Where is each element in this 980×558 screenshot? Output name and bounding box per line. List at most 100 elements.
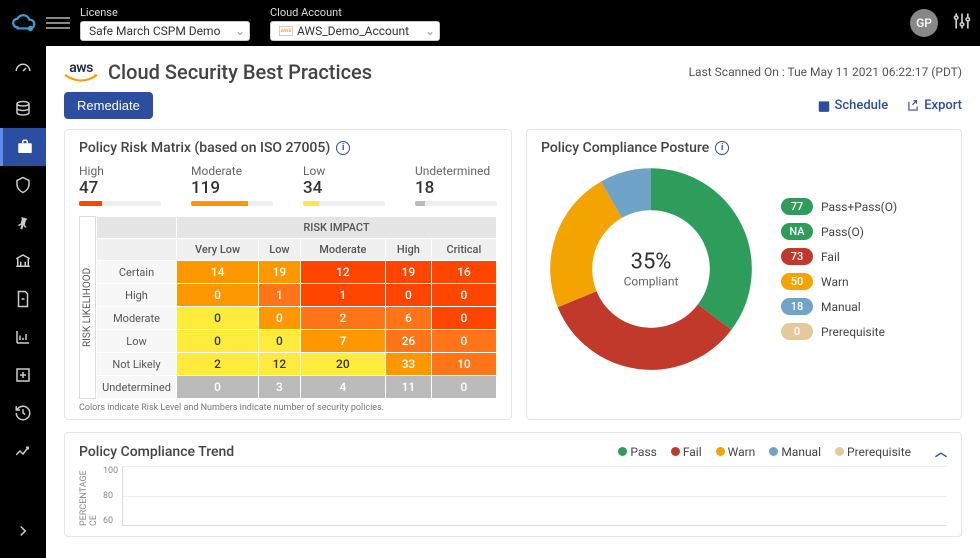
matrix-cell[interactable]: 0 [431,307,496,330]
collapse-icon[interactable]: ︿ [935,443,947,460]
impact-axis-label: RISK IMPACT [177,217,497,239]
trend-legend-item: Prerequisite [835,445,911,459]
aws-mini-icon: aws [279,26,293,36]
trend-legend-item: Manual [769,445,821,459]
matrix-cell[interactable]: 2 [177,353,259,376]
matrix-cell[interactable]: 19 [259,261,301,284]
remediate-button[interactable]: Remediate [64,92,153,119]
main-content: aws Cloud Security Best Practices Last S… [46,46,980,558]
compliant-label: Compliant [624,275,679,289]
matrix-col-header: High [386,239,432,261]
matrix-cell[interactable]: 16 [431,261,496,284]
matrix-cell[interactable]: 20 [300,353,385,376]
schedule-label: Schedule [835,98,889,113]
matrix-cell[interactable]: 19 [386,261,432,284]
sidebar [0,46,46,558]
matrix-cell[interactable]: 1 [259,284,301,307]
sidebar-dashboard[interactable] [0,52,46,90]
risk-summary-item: Moderate119 [191,164,273,206]
ytick: 60 [103,516,118,526]
product-logo [8,7,40,39]
risk-matrix-table: RISK IMPACT Very LowLowModerateHighCriti… [96,216,497,399]
sidebar-trend[interactable] [0,432,46,470]
sidebar-briefcase[interactable] [0,128,46,166]
matrix-cell[interactable]: 0 [259,307,301,330]
risk-summary-item: Undetermined18 [415,164,497,206]
matrix-col-header: Critical [431,239,496,261]
sidebar-grid[interactable] [0,356,46,394]
matrix-cell[interactable]: 33 [386,353,432,376]
trend-legend-item: Pass [618,445,656,459]
account-select[interactable]: aws AWS_Demo_Account ⌄ [270,21,440,41]
matrix-col-header: Moderate [300,239,385,261]
aws-logo: aws [64,60,98,84]
matrix-cell[interactable]: 7 [300,330,385,353]
matrix-cell[interactable]: 0 [177,330,259,353]
export-label: Export [924,98,962,113]
sidebar-shield[interactable] [0,166,46,204]
settings-sliders-icon[interactable] [952,11,972,35]
ytick: 100 [103,466,118,476]
posture-donut-chart: 35% Compliant [541,164,761,374]
sidebar-institution[interactable] [0,242,46,280]
sidebar-expand[interactable] [0,512,46,550]
trend-legend-item: Fail [671,445,702,459]
posture-card: Policy Compliance Posture i 35% Complian… [526,129,962,420]
legend-item: 77Pass+Pass(O) [781,198,897,215]
matrix-cell[interactable]: 0 [259,330,301,353]
risk-summary-item: High47 [79,164,161,206]
trend-title: Policy Compliance Trend [79,444,234,460]
sidebar-pin[interactable] [0,204,46,242]
matrix-cell[interactable]: 1 [300,284,385,307]
info-icon[interactable]: i [715,141,729,155]
sidebar-chart[interactable] [0,318,46,356]
matrix-cell[interactable]: 14 [177,261,259,284]
matrix-cell[interactable]: 0 [177,307,259,330]
posture-legend: 77Pass+Pass(O)NAPass(O)73Fail50Warn18Man… [781,198,897,340]
matrix-cell[interactable]: 12 [259,353,301,376]
info-icon[interactable]: i [336,141,350,155]
matrix-cell[interactable]: 4 [300,376,385,399]
matrix-cell[interactable]: 0 [386,284,432,307]
legend-item: 50Warn [781,273,897,290]
matrix-row-header: Moderate [97,307,177,330]
license-label: License [80,6,250,19]
sidebar-database[interactable] [0,90,46,128]
trend-legend-item: Warn [716,445,756,459]
compliant-percent: 35% [624,250,679,275]
user-avatar[interactable]: GP [910,9,938,37]
schedule-button[interactable]: Schedule [817,98,889,113]
menu-toggle-icon[interactable] [46,17,70,29]
matrix-cell[interactable]: 2 [300,307,385,330]
trend-plot [122,466,947,526]
legend-item: NAPass(O) [781,223,897,240]
matrix-col-header: Low [259,239,301,261]
ytick: 80 [103,491,118,501]
export-button[interactable]: Export [906,98,962,113]
matrix-cell[interactable]: 0 [177,284,259,307]
matrix-row-header: Not Likely [97,353,177,376]
matrix-row-header: Low [97,330,177,353]
chevron-down-icon: ⌄ [425,24,435,38]
matrix-cell[interactable]: 0 [431,330,496,353]
trend-ylabel: CE PERCENTAGE [79,466,99,526]
risk-matrix-card: Policy Risk Matrix (based on ISO 27005) … [64,129,512,420]
matrix-cell[interactable]: 6 [386,307,432,330]
license-value: Safe March CSPM Demo [89,24,220,38]
matrix-cell[interactable]: 12 [300,261,385,284]
topbar: License Safe March CSPM Demo ⌄ Cloud Acc… [0,0,980,46]
risk-summary-item: Low34 [303,164,385,206]
matrix-cell[interactable]: 0 [177,376,259,399]
matrix-row-header: High [97,284,177,307]
matrix-cell[interactable]: 26 [386,330,432,353]
matrix-cell[interactable]: 0 [431,376,496,399]
matrix-cell[interactable]: 0 [431,284,496,307]
sidebar-history[interactable] [0,394,46,432]
matrix-cell[interactable]: 11 [386,376,432,399]
license-select[interactable]: Safe March CSPM Demo ⌄ [80,21,250,41]
matrix-cell[interactable]: 3 [259,376,301,399]
matrix-cell[interactable]: 10 [431,353,496,376]
sidebar-document[interactable] [0,280,46,318]
likelihood-axis-label: RISK LIKELIHOOD [79,216,96,399]
matrix-row-header: Undetermined [97,376,177,399]
